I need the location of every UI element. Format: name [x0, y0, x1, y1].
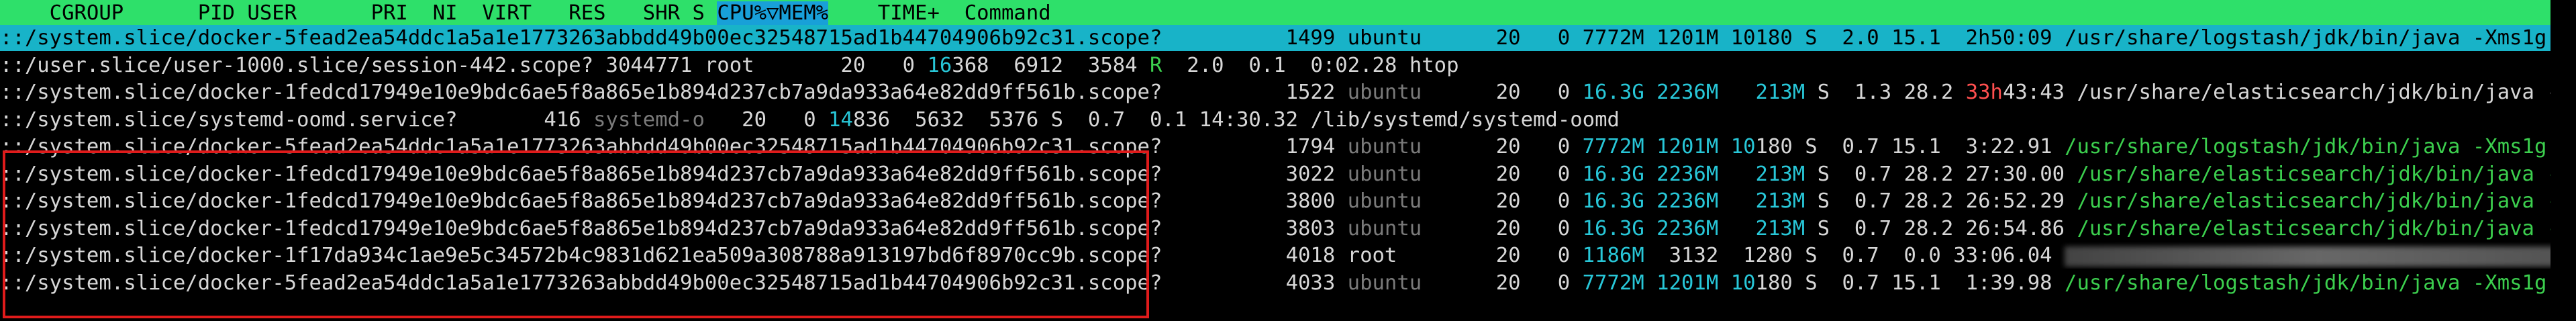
process-cell-text: 1201M — [1656, 135, 1719, 158]
process-cell-text: systemd-o — [593, 107, 705, 132]
process-cell-text: 20 0 — [1422, 189, 1583, 213]
process-row[interactable]: ::/system.slice/docker-5fead2ea54ddc1a5a… — [0, 134, 2550, 160]
process-cell-text: ::/system.slice/docker-5fead2ea54ddc1a5a… — [0, 135, 1348, 158]
process-cell-text: ::/user.slice/user-1000.slice/session-44… — [0, 53, 928, 77]
process-cell-text: ubuntu — [1347, 162, 1422, 186]
process-cell-text: 20 0 — [1422, 271, 1583, 295]
process-cell-text: 43:43 /usr/share/elasticsearch/jdk/bin/j… — [2002, 81, 2550, 104]
column-header[interactable]: TIME+ Command — [828, 1, 1051, 25]
process-cell-text: ::/system.slice/systemd-oomd.service? 41… — [0, 107, 594, 132]
process-cell-text: 20 0 — [1422, 135, 1583, 158]
process-cell-text: ::/system.slice/docker-1fedcd17949e10e9b… — [0, 189, 1348, 213]
process-cell-text: 213M — [1755, 189, 1805, 213]
process-cell-text: ::/system.slice/docker-5fead2ea54ddc1a5a… — [0, 26, 2550, 50]
process-row[interactable]: ::/system.slice/systemd-oomd.service? 41… — [0, 107, 2550, 133]
process-cell-text: 3584 — [1087, 53, 1150, 77]
process-cell-text: 20 0 — [1422, 216, 1583, 240]
process-cell-text: S 1.3 28.2 — [1805, 81, 1966, 104]
process-cell-text: 16.3G — [1582, 162, 1644, 186]
process-cell-text: 1186M — [1582, 244, 1644, 267]
process-cell-text: ubuntu — [1347, 216, 1422, 240]
process-cell-text — [1718, 217, 1755, 240]
process-cell-text: ::/system.slice/docker-1fedcd17949e10e9b… — [0, 162, 1348, 186]
terminal-right-edge — [2550, 0, 2576, 321]
process-cell-text: 213M — [1755, 216, 1805, 240]
process-cell-text: 16.3G — [1582, 189, 1644, 213]
column-header[interactable]: PRI NI VIRT RES SHR S — [371, 1, 717, 25]
process-row[interactable]: ::/system.slice/docker-1f17da934c1ae9e5c… — [0, 242, 2550, 269]
process-cell-text: ::/system.slice/docker-1fedcd17949e10e9b… — [0, 216, 1348, 240]
process-cell-text: ::/system.slice/docker-1f17da934c1ae9e5c… — [0, 244, 1583, 267]
process-cell-text: 16.3G — [1582, 216, 1644, 240]
process-cell-text: 2236M — [1656, 189, 1719, 213]
process-cell-text — [1718, 163, 1755, 186]
process-cell-text — [1718, 271, 1730, 295]
process-cell-text — [1644, 135, 1656, 158]
process-row-selected[interactable]: ::/system.slice/docker-5fead2ea54ddc1a5a… — [0, 25, 2550, 51]
process-cell-text: 20 0 — [1422, 81, 1583, 104]
process-cell-text: 6912 — [1013, 53, 1088, 77]
process-cell-text: /usr/share/logstash/jdk/bin/java -Xms1g … — [2065, 271, 2547, 295]
sort-column-header[interactable]: CPU%▽MEM% — [717, 1, 829, 25]
process-cell-text: S 0.7 28.2 27:30.00 — [1805, 162, 2077, 186]
process-row[interactable]: ::/system.slice/docker-5fead2ea54ddc1a5a… — [0, 270, 2550, 296]
process-cell-text: S 0.7 28.2 26:52.29 — [1805, 189, 2077, 213]
process-cell-text: 10 — [1730, 135, 1756, 158]
process-cell-text: 7772M — [1582, 271, 1644, 295]
process-cell-text: S 0.7 28.2 26:54.86 — [1805, 216, 2077, 240]
process-cell-text: ubuntu — [1347, 81, 1422, 104]
process-cell-text: 10 — [1730, 271, 1756, 295]
process-cell-text: 836 5632 5376 S 0.7 0.1 14:30.32 /lib/sy… — [852, 107, 1620, 132]
column-header[interactable]: CGROUP — [0, 1, 198, 25]
process-cell-text: 20 0 — [704, 107, 829, 132]
process-row[interactable]: ::/system.slice/docker-1fedcd17949e10e9b… — [0, 79, 2550, 105]
process-cell-text: 2.0 0.1 0:02.28 htop — [1162, 53, 1459, 77]
process-cell-text: /usr/share/logstash/jdk/bin/java -Xms1g … — [2065, 135, 2547, 158]
process-cell-text — [1644, 81, 1656, 104]
process-cell-text: 14 — [828, 107, 853, 132]
process-cell-text: ::/system.slice/docker-1fedcd17949e10e9b… — [0, 81, 1348, 104]
process-cell-text — [1644, 189, 1656, 213]
process-cell-text — [1718, 189, 1755, 213]
process-cell-text: 16.3G — [1582, 81, 1644, 104]
process-cell-text — [1644, 271, 1656, 295]
process-cell-text: 213M — [1755, 81, 1805, 104]
process-cell-text: 20 0 — [1422, 162, 1583, 186]
process-cell-text — [1644, 217, 1656, 240]
process-cell-text — [1644, 163, 1656, 186]
process-cell-text: R — [1150, 53, 1162, 77]
process-cell-text — [1718, 81, 1755, 104]
process-cell-text: 213M — [1755, 162, 1805, 186]
process-cell-text: 180 S 0.7 15.1 1:39.98 — [1755, 271, 2065, 295]
process-row[interactable]: ::/user.slice/user-1000.slice/session-44… — [0, 52, 2550, 79]
column-header[interactable]: PID USER — [198, 1, 371, 25]
process-cell-text: ubuntu — [1347, 271, 1422, 295]
process-row[interactable]: ::/system.slice/docker-1fedcd17949e10e9b… — [0, 188, 2550, 214]
process-cell-text: 368 — [952, 53, 1014, 77]
process-cell-text: 180 S 0.7 15.1 3:22.91 — [1755, 135, 2065, 158]
process-cell-text: 7772M — [1582, 135, 1644, 158]
htop-terminal[interactable]: CGROUP PID USER PRI NI VIRT RES SHR S CP… — [0, 0, 2576, 321]
process-cell-text — [1718, 135, 1730, 158]
process-cell-text: /usr/share/elasticsearch/jdk/bin/java -X… — [2077, 216, 2550, 240]
column-header-row[interactable]: CGROUP PID USER PRI NI VIRT RES SHR S CP… — [0, 0, 2550, 26]
process-cell-text: /usr/share/elasticsearch/jdk/bin/java -X… — [2077, 162, 2550, 186]
process-cell-text: 16 — [927, 53, 952, 77]
process-cell-text: /usr/share/elasticsearch/jdk/bin/java -X… — [2077, 189, 2550, 213]
process-cell-text: 2236M — [1656, 81, 1719, 104]
redacted-command — [2065, 246, 2550, 267]
process-cell-text: ubuntu — [1347, 189, 1422, 213]
process-cell-text: ::/system.slice/docker-5fead2ea54ddc1a5a… — [0, 271, 1348, 295]
process-cell-text: ubuntu — [1347, 135, 1422, 158]
process-row[interactable]: ::/system.slice/docker-1fedcd17949e10e9b… — [0, 216, 2550, 242]
process-cell-text: 3132 1280 S 0.7 0.0 33:06.04 — [1644, 244, 2065, 267]
process-cell-text: 2236M — [1656, 162, 1719, 186]
process-cell-text: 33h — [1965, 81, 2003, 104]
process-cell-text: 1201M — [1656, 271, 1719, 295]
process-row[interactable]: ::/system.slice/docker-1fedcd17949e10e9b… — [0, 161, 2550, 187]
process-cell-text: 2236M — [1656, 216, 1719, 240]
